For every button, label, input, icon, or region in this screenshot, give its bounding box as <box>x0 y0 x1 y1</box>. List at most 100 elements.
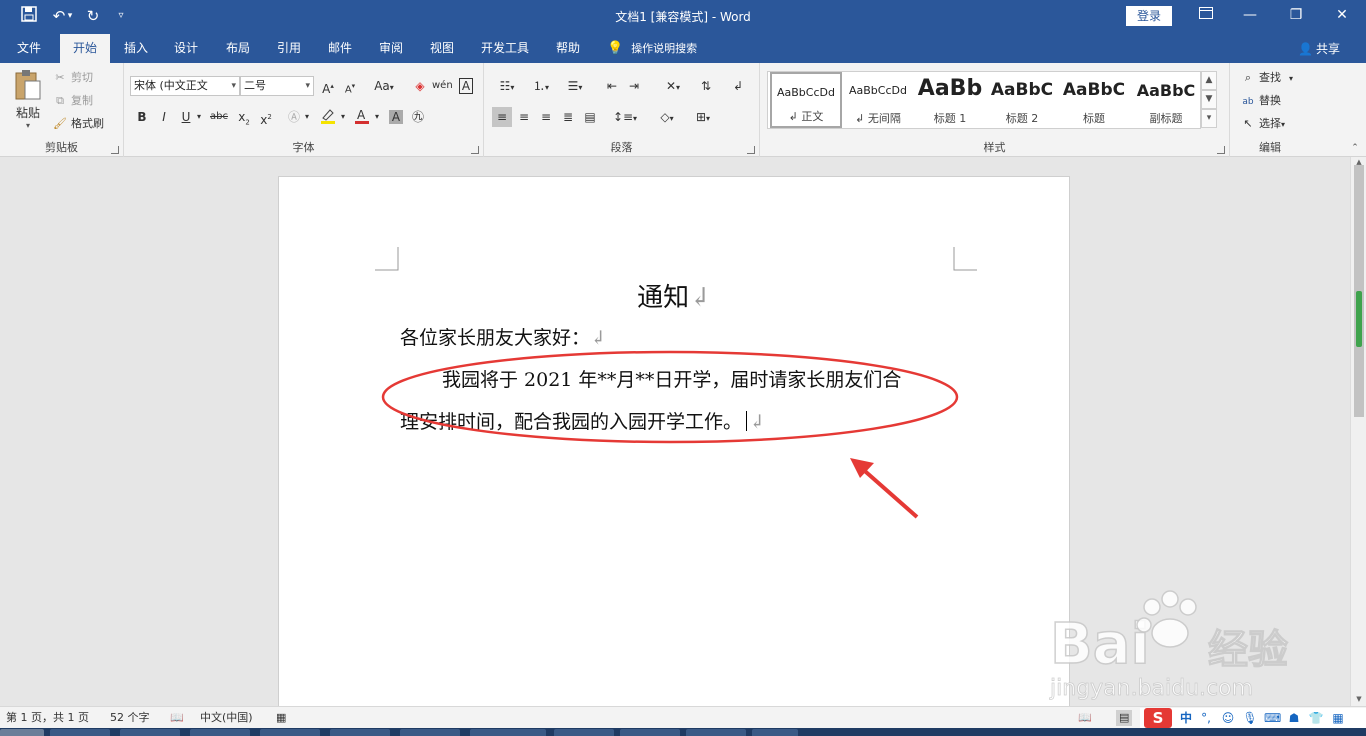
taskbar-item[interactable] <box>470 729 546 736</box>
highlight-icon[interactable] <box>318 107 338 127</box>
ime-mode[interactable]: 中 <box>1178 710 1194 726</box>
share-button[interactable]: 👤 共享 <box>1298 40 1340 58</box>
tab-help[interactable]: 帮助 <box>546 34 590 63</box>
character-border-icon[interactable]: A <box>456 76 476 96</box>
text-effects-dropdown-icon[interactable]: ▾ <box>302 107 312 127</box>
chinese-layout-icon[interactable]: ✕▾ <box>658 76 688 96</box>
skin-icon[interactable]: 👕 <box>1308 710 1324 726</box>
grow-font-icon[interactable]: A▴ <box>318 76 338 96</box>
gallery-more-icon[interactable]: ▾ <box>1201 109 1217 128</box>
punctuation-icon[interactable]: °, <box>1198 710 1214 726</box>
taskbar-item[interactable] <box>260 729 320 736</box>
text-effects-icon[interactable]: Ⓐ <box>284 107 304 127</box>
line-spacing-icon[interactable]: ↕≡▾ <box>610 107 640 127</box>
taskbar-item[interactable] <box>620 729 680 736</box>
shading-icon[interactable]: ◇▾ <box>652 107 682 127</box>
customize-qat-icon[interactable]: ▿ <box>110 6 132 26</box>
align-left-icon[interactable]: ≡ <box>492 107 512 127</box>
subscript-icon[interactable]: x2 <box>234 107 254 127</box>
taskbar-item[interactable] <box>330 729 390 736</box>
language-status[interactable]: 中文(中国) <box>200 710 253 726</box>
undo-dropdown-icon[interactable]: ▾ <box>64 6 76 26</box>
document-page[interactable]: 通知↲ 各位家长朋友大家好：↲ 我园将于 2021 年**月**日开学，届时请家… <box>278 176 1070 706</box>
redo-icon[interactable]: ↻ <box>82 6 104 26</box>
style-normal[interactable]: AaBbCcDd ↲ 正文 <box>770 72 842 128</box>
print-layout-icon[interactable]: ▤ <box>1116 710 1133 726</box>
read-mode-icon[interactable]: 📖 <box>1078 710 1092 726</box>
tab-insert[interactable]: 插入 <box>114 34 158 63</box>
save-icon[interactable] <box>18 6 40 26</box>
taskbar-item[interactable] <box>190 729 250 736</box>
page-count[interactable]: 第 1 页，共 1 页 <box>6 710 89 726</box>
character-shading-icon[interactable]: A <box>386 107 406 127</box>
increase-indent-icon[interactable]: ⇥ <box>624 76 644 96</box>
start-button[interactable] <box>0 729 44 736</box>
taskbar-item[interactable] <box>554 729 614 736</box>
paste-button[interactable]: 粘贴 ▾ <box>10 69 46 135</box>
gallery-down-icon[interactable]: ▼ <box>1201 90 1217 109</box>
sort-icon[interactable]: ⇅ <box>696 76 716 96</box>
change-case-button[interactable]: Aa▾ <box>368 76 400 96</box>
paragraph-launcher-icon[interactable] <box>747 146 755 154</box>
multilevel-list-icon[interactable]: ☰▾ <box>560 76 590 96</box>
style-heading-2[interactable]: AaBbC 标题 2 <box>986 72 1058 128</box>
underline-icon[interactable]: U <box>176 107 196 127</box>
taskbar-item[interactable] <box>120 729 180 736</box>
tab-design[interactable]: 设计 <box>164 34 208 63</box>
taskbar-item[interactable] <box>752 729 798 736</box>
word-count[interactable]: 52 个字 <box>110 710 150 726</box>
keyboard-icon[interactable]: ⌨ <box>1264 710 1281 726</box>
borders-icon[interactable]: ⊞▾ <box>688 107 718 127</box>
taskbar-item[interactable] <box>50 729 110 736</box>
gallery-up-icon[interactable]: ▲ <box>1201 71 1217 90</box>
proofing-icon[interactable]: 📖 <box>170 710 184 726</box>
decrease-indent-icon[interactable]: ⇤ <box>602 76 622 96</box>
font-name-combo[interactable]: 宋体 (中文正文 ▾ <box>130 76 240 96</box>
enclosed-characters-icon[interactable]: ㊈ <box>408 107 428 127</box>
close-icon[interactable]: ✕ <box>1320 0 1364 30</box>
macro-icon[interactable]: ▦ <box>276 710 286 726</box>
phonetic-guide-icon[interactable]: wén <box>432 76 453 96</box>
tab-references[interactable]: 引用 <box>267 34 311 63</box>
font-size-combo[interactable]: 二号 ▾ <box>240 76 314 96</box>
vertical-scrollbar[interactable]: ▲ ▼ <box>1350 157 1366 706</box>
format-painter-button[interactable]: 🖌 格式刷 <box>52 114 104 134</box>
tell-me-search[interactable]: 💡 操作说明搜索 <box>607 40 697 58</box>
shrink-font-icon[interactable]: A▾ <box>340 76 360 96</box>
find-button[interactable]: ⌕ 查找 ▾ <box>1240 68 1293 88</box>
align-right-icon[interactable]: ≡ <box>536 107 556 127</box>
cut-button[interactable]: ✂ 剪切 <box>52 68 93 88</box>
clear-formatting-icon[interactable]: ◈ <box>410 76 430 96</box>
tab-mailings[interactable]: 邮件 <box>318 34 362 63</box>
superscript-icon[interactable]: x2 <box>256 107 276 127</box>
copy-button[interactable]: ⧉ 复制 <box>52 91 93 111</box>
font-color-dropdown-icon[interactable]: ▾ <box>372 107 382 127</box>
distributed-icon[interactable]: ▤ <box>580 107 600 127</box>
microphone-icon[interactable]: 🎙 <box>1242 710 1258 726</box>
sogou-ime-icon[interactable]: S <box>1144 708 1172 728</box>
bullets-icon[interactable]: ☷▾ <box>492 76 522 96</box>
ime-tools-icon[interactable]: ☗ <box>1286 710 1302 726</box>
style-heading-1[interactable]: AaBb 标题 1 <box>914 72 986 128</box>
style-subtitle[interactable]: AaBbC 副标题 <box>1130 72 1202 128</box>
tab-review[interactable]: 审阅 <box>369 34 413 63</box>
scroll-down-icon[interactable]: ▼ <box>1351 694 1366 704</box>
emoji-icon[interactable]: ☺ <box>1220 710 1236 726</box>
replace-button[interactable]: ab 替换 <box>1240 91 1281 111</box>
collapse-ribbon-icon[interactable]: ⌃ <box>1348 143 1362 155</box>
ime-menu-icon[interactable]: ▦ <box>1330 710 1346 726</box>
tab-developer[interactable]: 开发工具 <box>474 34 536 63</box>
restore-icon[interactable]: ❐ <box>1274 0 1318 30</box>
login-button[interactable]: 登录 <box>1126 6 1172 26</box>
justify-icon[interactable]: ≣ <box>558 107 578 127</box>
minimize-icon[interactable]: — <box>1228 0 1272 30</box>
style-title[interactable]: AaBbC 标题 <box>1058 72 1130 128</box>
tab-file[interactable]: 文件 <box>8 34 50 63</box>
taskbar-item[interactable] <box>400 729 460 736</box>
styles-launcher-icon[interactable] <box>1217 146 1225 154</box>
align-center-icon[interactable]: ≡ <box>514 107 534 127</box>
strikethrough-icon[interactable]: abc <box>208 107 230 127</box>
show-marks-icon[interactable]: ↲ <box>728 76 748 96</box>
font-launcher-icon[interactable] <box>471 146 479 154</box>
italic-icon[interactable]: I <box>154 107 174 127</box>
